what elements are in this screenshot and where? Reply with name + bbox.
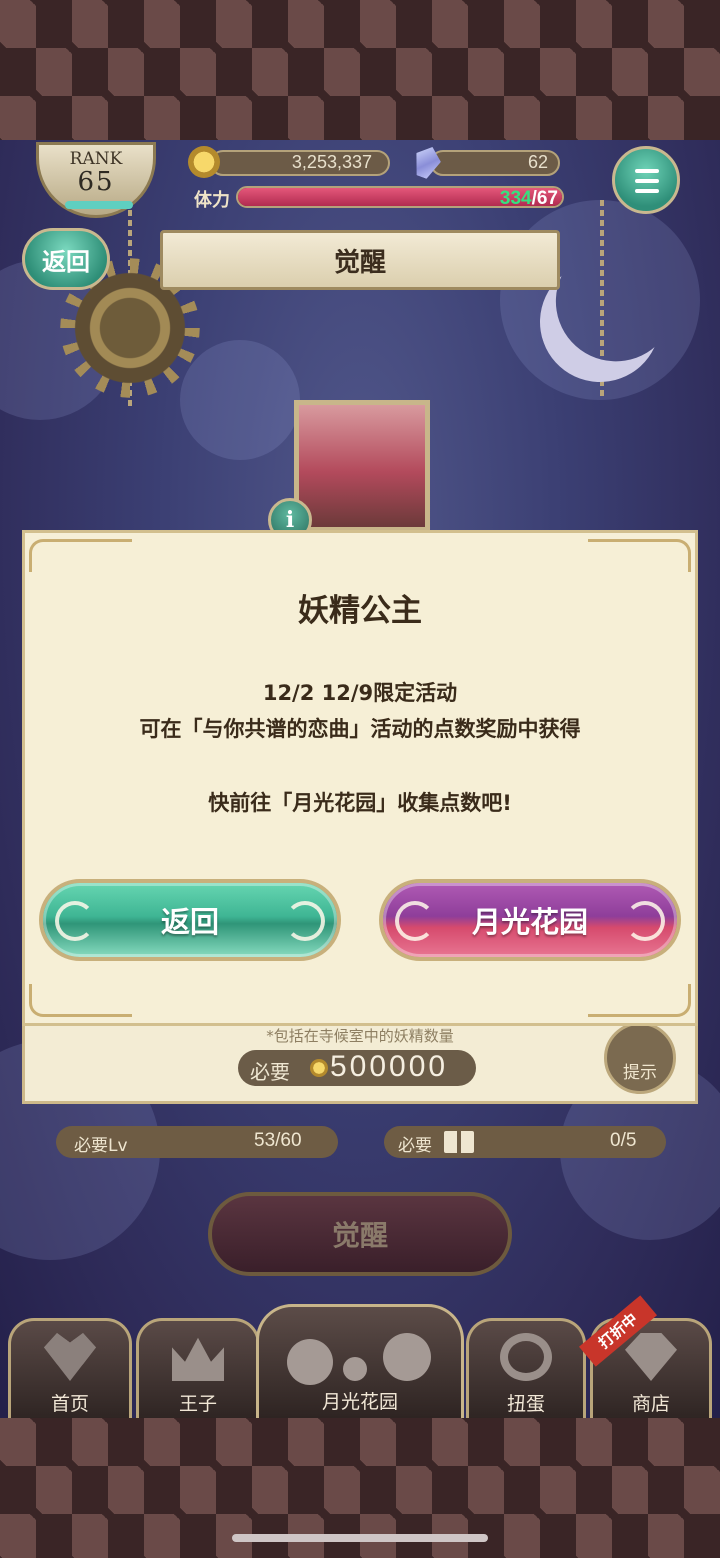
swirl-ornament bbox=[55, 901, 95, 941]
corner-ornament bbox=[591, 987, 691, 1017]
swirl-ornament bbox=[285, 901, 325, 941]
swirl-ornament bbox=[625, 901, 665, 941]
dialog-cta-text: 快前往「月光花园」收集点数吧! bbox=[208, 791, 512, 815]
top-pattern-border bbox=[0, 0, 720, 140]
dialog-back-button[interactable]: 返回 bbox=[39, 879, 341, 961]
info-dialog: 妖精公主 12/2 12/9限定活动 可在「与你共谱的恋曲」活动的点数奖励中获得… bbox=[22, 530, 698, 1026]
dialog-event-dates: 12/2 12/9限定活动 bbox=[262, 681, 458, 705]
corner-ornament bbox=[29, 987, 129, 1017]
dialog-back-label: 返回 bbox=[160, 905, 219, 939]
dialog-title: 妖精公主 bbox=[298, 593, 422, 629]
dialog-acquire-text: 可在「与你共谱的恋曲」活动的点数奖励中获得 bbox=[139, 717, 581, 741]
dialog-garden-button[interactable]: 月光花园 bbox=[379, 879, 681, 961]
swirl-ornament bbox=[395, 901, 435, 941]
home-indicator[interactable] bbox=[232, 1534, 488, 1542]
dialog-garden-label: 月光花园 bbox=[471, 905, 588, 939]
corner-ornament bbox=[591, 539, 691, 569]
corner-ornament bbox=[29, 539, 132, 572]
